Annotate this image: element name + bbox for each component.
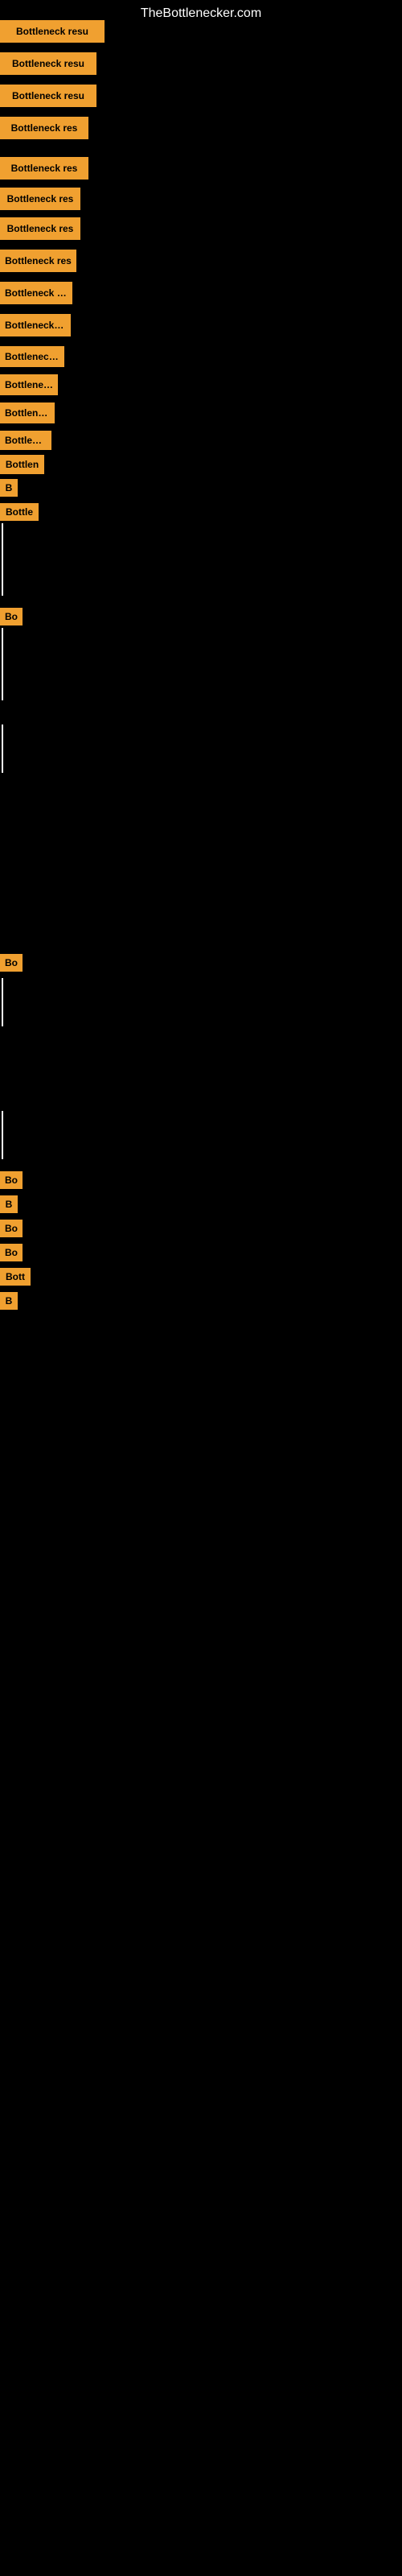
bottleneck-button-17[interactable]: Bottle — [0, 503, 39, 521]
bottleneck-button-10[interactable]: Bottleneck res — [0, 314, 71, 336]
vertical-line-4 — [2, 978, 3, 1026]
bottleneck-button-6[interactable]: Bottleneck res — [0, 188, 80, 210]
bottleneck-button-24[interactable]: Bott — [0, 1268, 31, 1286]
bottleneck-button-3[interactable]: Bottleneck resu — [0, 85, 96, 107]
bottleneck-button-4[interactable]: Bottleneck res — [0, 117, 88, 139]
bottleneck-button-11[interactable]: Bottleneck r — [0, 346, 64, 367]
vertical-line-3 — [2, 724, 3, 773]
bottleneck-button-5[interactable]: Bottleneck res — [0, 157, 88, 180]
bottleneck-button-22[interactable]: Bo — [0, 1220, 23, 1237]
bottleneck-button-8[interactable]: Bottleneck res — [0, 250, 76, 272]
bottleneck-button-2[interactable]: Bottleneck resu — [0, 52, 96, 75]
bottleneck-button-9[interactable]: Bottleneck res — [0, 282, 72, 304]
vertical-line-1 — [2, 523, 3, 596]
bottleneck-button-18[interactable]: Bo — [0, 608, 23, 625]
bottleneck-button-16[interactable]: B — [0, 479, 18, 497]
bottleneck-button-21[interactable]: B — [0, 1195, 18, 1213]
bottleneck-button-1[interactable]: Bottleneck resu — [0, 20, 105, 43]
vertical-line-2 — [2, 628, 3, 700]
bottleneck-button-25[interactable]: B — [0, 1292, 18, 1310]
bottleneck-button-15[interactable]: Bottlen — [0, 455, 44, 474]
bottleneck-button-20[interactable]: Bo — [0, 1171, 23, 1189]
bottleneck-button-7[interactable]: Bottleneck res — [0, 217, 80, 240]
vertical-line-5 — [2, 1111, 3, 1159]
bottleneck-button-13[interactable]: Bottleneck r — [0, 402, 55, 423]
bottleneck-button-19[interactable]: Bo — [0, 954, 23, 972]
bottleneck-button-14[interactable]: Bottleneck r — [0, 431, 51, 450]
bottleneck-button-12[interactable]: Bottleneck r — [0, 374, 58, 395]
bottleneck-button-23[interactable]: Bo — [0, 1244, 23, 1261]
